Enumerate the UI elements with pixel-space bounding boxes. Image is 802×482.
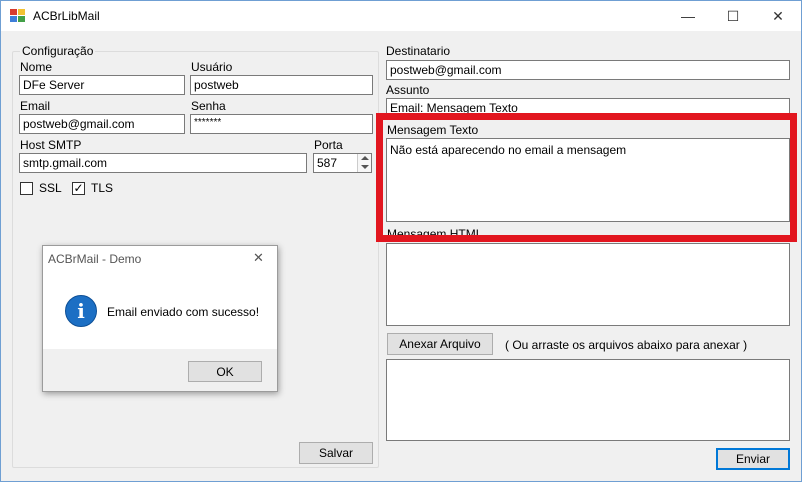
spin-down-icon[interactable] [361,165,369,169]
ok-button[interactable]: OK [188,361,262,382]
info-icon: i [65,295,97,327]
salvar-button[interactable]: Salvar [299,442,373,464]
close-button[interactable]: ✕ [755,1,801,31]
minimize-button[interactable]: — [665,1,711,31]
destinatario-input[interactable]: postweb@gmail.com [386,60,790,80]
message-dialog: ACBrMail - Demo ✕ i Email enviado com su… [42,245,278,392]
ssl-label: SSL [39,181,62,195]
tls-label: TLS [91,181,114,195]
mensagem-html-textarea[interactable] [386,243,790,326]
porta-label: Porta [314,138,343,152]
maximize-button[interactable]: ☐ [710,1,756,31]
close-icon: ✕ [772,7,784,24]
app-icon [10,9,26,23]
senha-label: Senha [191,99,226,113]
anexar-arquivo-button[interactable]: Anexar Arquivo [387,333,493,355]
nome-input[interactable]: DFe Server [19,75,185,95]
porta-spin-buttons[interactable] [357,154,371,172]
main-window: ACBrLibMail — ☐ ✕ Configuração Nome DFe … [0,0,802,482]
porta-value: 587 [317,156,338,170]
destinatario-label: Destinatario [386,44,451,58]
window-title: ACBrLibMail [33,9,100,23]
anexos-list[interactable] [386,359,790,441]
enviar-button[interactable]: Enviar [716,448,790,470]
spin-up-icon[interactable] [361,156,369,160]
dialog-footer: OK [43,349,277,391]
dialog-title: ACBrMail - Demo [48,252,142,266]
senha-input[interactable]: ******* [190,114,373,134]
usuario-input[interactable]: postweb [190,75,373,95]
config-group-title: Configuração [20,44,96,58]
ssl-checkbox[interactable] [20,181,33,195]
maximize-icon: ☐ [726,7,740,24]
tls-checkbox-row[interactable]: ✓ TLS [72,181,113,195]
title-bar: ACBrLibMail — ☐ ✕ [1,1,801,31]
minimize-icon: — [681,8,695,24]
email-label: Email [20,99,51,113]
dialog-close-icon[interactable]: ✕ [253,250,264,266]
anexar-hint: ( Ou arraste os arquivos abaixo para ane… [505,338,748,352]
nome-label: Nome [20,60,53,74]
host-input[interactable]: smtp.gmail.com [19,153,307,173]
usuario-label: Usuário [191,60,233,74]
email-input[interactable]: postweb@gmail.com [19,114,185,134]
dialog-message: Email enviado com sucesso! [107,305,260,319]
highlight-annotation [376,113,797,242]
tls-checkbox[interactable]: ✓ [72,181,85,195]
assunto-label: Assunto [386,83,430,97]
ssl-checkbox-row[interactable]: SSL [20,181,62,195]
host-label: Host SMTP [20,138,82,152]
